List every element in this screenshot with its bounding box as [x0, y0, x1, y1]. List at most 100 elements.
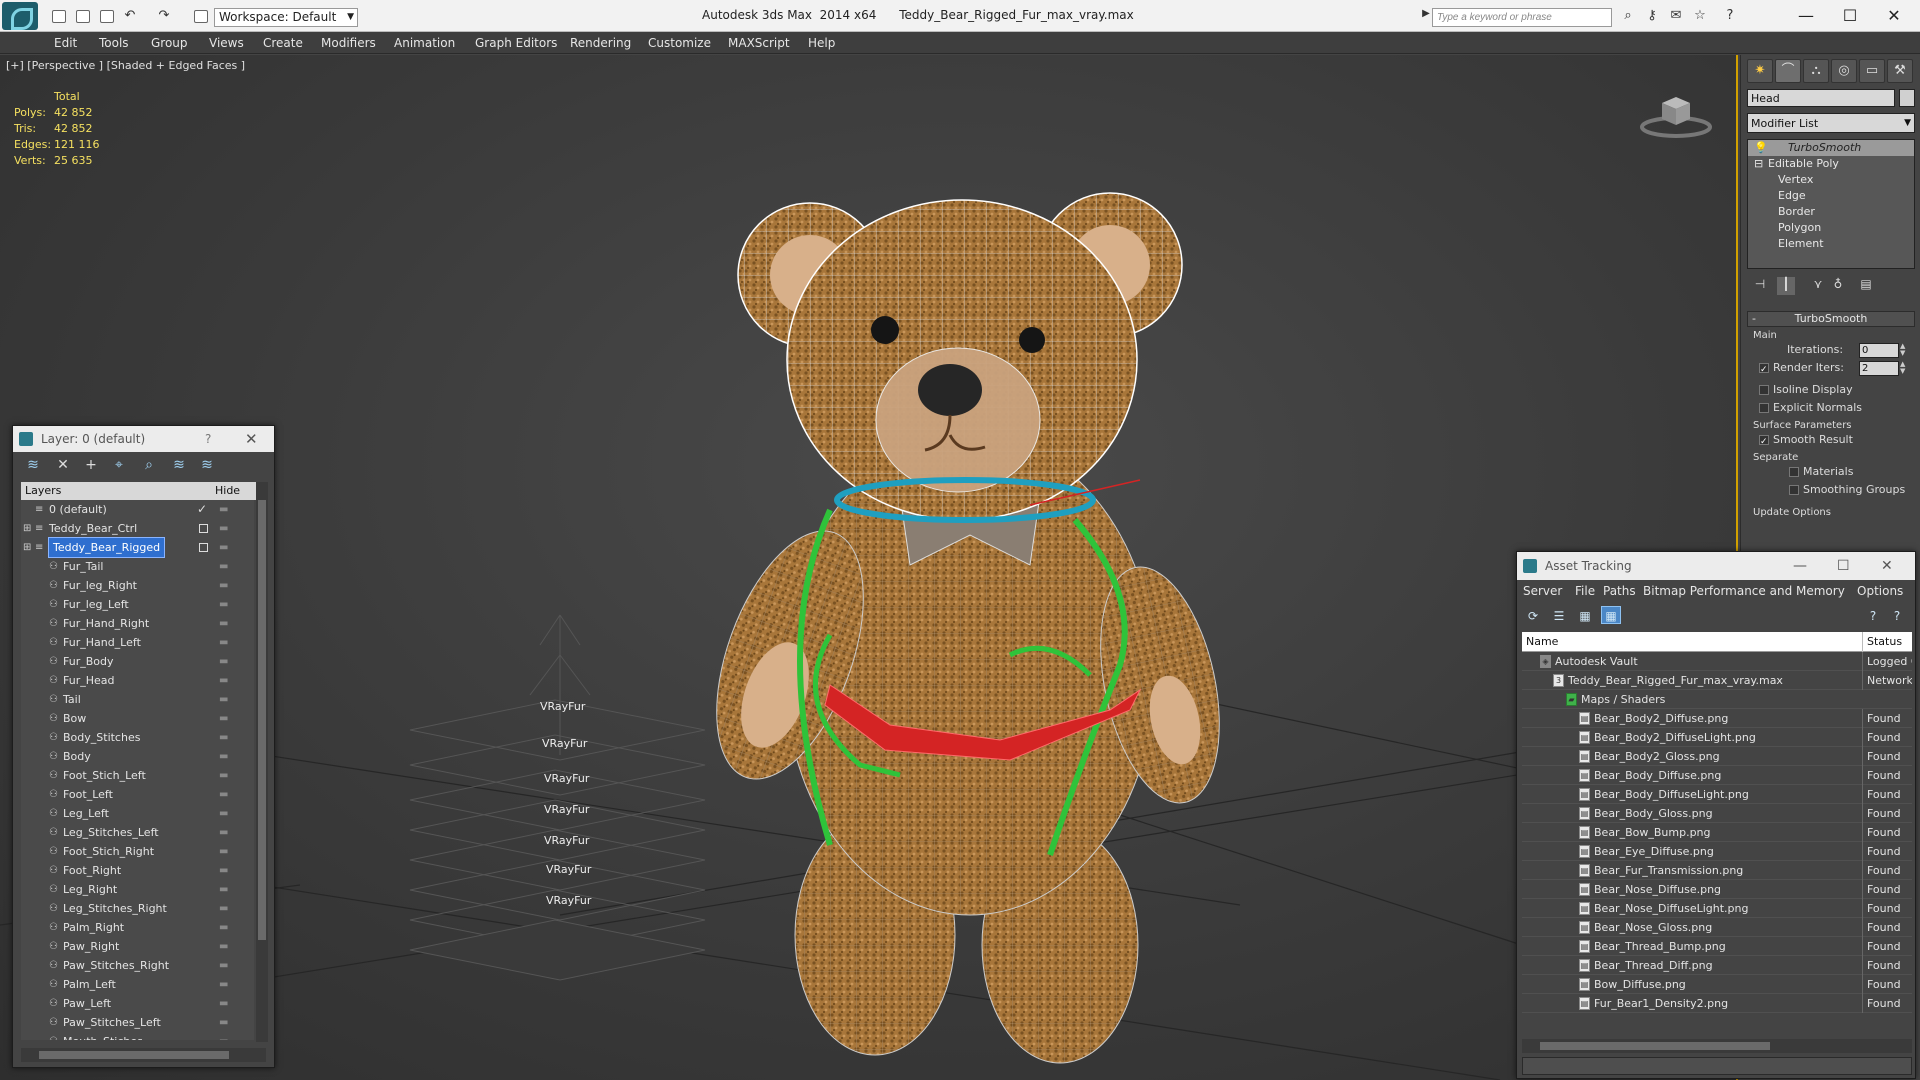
save-file-icon[interactable]: [100, 10, 114, 23]
asset-row[interactable]: ▰ Maps / Shaders: [1522, 690, 1912, 709]
column-hide[interactable]: Hide: [215, 482, 240, 500]
hide-toggle[interactable]: ▬: [219, 519, 228, 538]
asset-row[interactable]: ▤ Bear_Body_Diffuse.png Found: [1522, 766, 1912, 785]
hide-toggle[interactable]: ▬: [219, 633, 228, 652]
menu-edit[interactable]: Edit: [54, 36, 77, 50]
rollout-header[interactable]: - TurboSmooth: [1747, 311, 1915, 327]
hide-toggle[interactable]: ▬: [219, 861, 228, 880]
stack-item-element[interactable]: Element: [1748, 236, 1914, 252]
close-button[interactable]: ✕: [1881, 552, 1893, 580]
hide-toggle[interactable]: ▬: [219, 918, 228, 937]
asset-row[interactable]: ▤ Bear_Body2_Diffuse.png Found: [1522, 709, 1912, 728]
asset-row[interactable]: ▤ Bear_Thread_Bump.png Found: [1522, 937, 1912, 956]
hide-toggle[interactable]: ▬: [219, 804, 228, 823]
iterations-spinner[interactable]: 0: [1859, 343, 1899, 358]
asset-path-field[interactable]: [1522, 1057, 1912, 1075]
undo-icon[interactable]: ↶: [120, 8, 140, 26]
new-file-icon[interactable]: [52, 10, 66, 23]
refresh-icon[interactable]: ⟳: [1523, 606, 1543, 624]
make-unique-icon[interactable]: ⋎: [1809, 277, 1827, 295]
hide-toggle[interactable]: ▬: [219, 994, 228, 1013]
set-current-checkbox[interactable]: [199, 543, 208, 552]
hide-toggle[interactable]: ▬: [219, 709, 228, 728]
search-input[interactable]: Type a keyword or phrase: [1432, 8, 1612, 27]
hide-toggle[interactable]: ▬: [219, 842, 228, 861]
hide-toggle[interactable]: ▬: [219, 576, 228, 595]
asset-row[interactable]: ▤ Bear_Nose_DiffuseLight.png Found: [1522, 899, 1912, 918]
menu-help[interactable]: Help: [808, 36, 835, 50]
hide-toggle[interactable]: ▬: [219, 690, 228, 709]
layer-object-row[interactable]: ⚇ Bow ▬: [21, 709, 254, 728]
asset-row[interactable]: ▤ Bear_Nose_Gloss.png Found: [1522, 918, 1912, 937]
hide-toggle[interactable]: ▬: [219, 766, 228, 785]
layer-object-row[interactable]: ⚇ Tail ▬: [21, 690, 254, 709]
scrollbar-thumb[interactable]: [1540, 1042, 1770, 1050]
menu-create[interactable]: Create: [263, 36, 303, 50]
hide-toggle[interactable]: ▬: [219, 880, 228, 899]
layer-horizontal-scrollbar[interactable]: [21, 1048, 266, 1062]
layer-object-row[interactable]: ⚇ Foot_Left ▬: [21, 785, 254, 804]
hierarchy-tab-icon[interactable]: ⛬: [1803, 59, 1829, 83]
remove-modifier-icon[interactable]: ♁: [1829, 277, 1847, 295]
stack-item-vertex[interactable]: Vertex: [1748, 172, 1914, 188]
asset-row[interactable]: ▤ Bear_Fur_Transmission.png Found: [1522, 861, 1912, 880]
hide-toggle[interactable]: ▬: [219, 975, 228, 994]
layer-object-row[interactable]: ⚇ Body_Stitches ▬: [21, 728, 254, 747]
smoothing-groups-checkbox[interactable]: [1789, 485, 1799, 495]
layer-object-row[interactable]: ⚇ Fur_leg_Right ▬: [21, 576, 254, 595]
asset-row[interactable]: ▤ Bear_Eye_Diffuse.png Found: [1522, 842, 1912, 861]
layer-object-row[interactable]: ⚇ Fur_Hand_Left ▬: [21, 633, 254, 652]
display-tab-icon[interactable]: ▭: [1859, 59, 1885, 83]
menu-maxscript[interactable]: MAXScript: [728, 36, 790, 50]
expand-icon[interactable]: ⊞: [23, 523, 33, 534]
add-to-layer-icon[interactable]: +: [81, 456, 101, 474]
explicit-normals-checkbox[interactable]: [1759, 403, 1769, 413]
freeze-all-icon[interactable]: ≋: [197, 456, 217, 474]
menu-graph-editors[interactable]: Graph Editors: [475, 36, 557, 50]
column-name[interactable]: Name: [1526, 632, 1558, 652]
render-iters-checkbox[interactable]: [1759, 361, 1769, 379]
hide-toggle[interactable]: ▬: [219, 728, 228, 747]
asset-row[interactable]: ▤ Bear_Bow_Bump.png Found: [1522, 823, 1912, 842]
help-button[interactable]: ?: [205, 426, 211, 452]
context-help-icon[interactable]: ?: [1887, 606, 1907, 624]
asset-row[interactable]: ▤ Bear_Nose_Diffuse.png Found: [1522, 880, 1912, 899]
hide-toggle[interactable]: ▬: [219, 500, 228, 519]
layer-object-row[interactable]: ⚇ Fur_Body ▬: [21, 652, 254, 671]
hide-toggle[interactable]: ▬: [219, 747, 228, 766]
layer-object-row[interactable]: ⚇ Foot_Stich_Left ▬: [21, 766, 254, 785]
minimize-button[interactable]: —: [1793, 552, 1807, 580]
scrollbar-thumb[interactable]: [258, 500, 266, 940]
layer-object-row[interactable]: ⚇ Mouth_Stiches ▬: [21, 1032, 254, 1040]
hide-toggle[interactable]: ▬: [219, 538, 228, 557]
column-status[interactable]: Status: [1862, 632, 1912, 652]
open-file-icon[interactable]: [76, 10, 90, 23]
close-button[interactable]: ✕: [245, 426, 258, 452]
hide-toggle[interactable]: ▬: [219, 937, 228, 956]
minimize-button[interactable]: —: [1784, 4, 1828, 28]
list-view-icon[interactable]: ☰: [1549, 606, 1569, 624]
layer-object-row[interactable]: ⚇ Foot_Right ▬: [21, 861, 254, 880]
set-current-checkbox[interactable]: [199, 524, 208, 533]
redo-icon[interactable]: ↷: [154, 8, 174, 26]
configure-sets-icon[interactable]: ▤: [1857, 277, 1875, 295]
asset-row[interactable]: ▤ Bear_Thread_Diff.png Found: [1522, 956, 1912, 975]
layer-object-row[interactable]: ⚇ Foot_Stich_Right ▬: [21, 842, 254, 861]
utilities-tab-icon[interactable]: ⚒: [1887, 59, 1913, 83]
binoculars-icon[interactable]: ⌕: [1618, 8, 1638, 26]
collapse-icon[interactable]: ⊟: [1754, 156, 1763, 172]
hide-toggle[interactable]: ▬: [219, 899, 228, 918]
menu-server[interactable]: Server: [1523, 584, 1562, 598]
hide-toggle[interactable]: ▬: [219, 595, 228, 614]
motion-tab-icon[interactable]: ◎: [1831, 59, 1857, 83]
asset-row[interactable]: ▤ Bear_Body_DiffuseLight.png Found: [1522, 785, 1912, 804]
menu-options[interactable]: Options: [1857, 584, 1903, 598]
hide-toggle[interactable]: ▬: [219, 1032, 228, 1040]
layer-object-row[interactable]: ⚇ Paw_Stitches_Left ▬: [21, 1013, 254, 1032]
asset-row[interactable]: ▤ Fur_Bear1_Density2.png Found: [1522, 994, 1912, 1013]
communication-center-icon[interactable]: ✉: [1666, 8, 1686, 26]
layer-row[interactable]: ≡ 0 (default) ✓ ▬: [21, 500, 254, 519]
create-layer-icon[interactable]: ≋: [23, 456, 43, 474]
asset-row[interactable]: 3 Teddy_Bear_Rigged_Fur_max_vray.max Netwo…: [1522, 671, 1912, 690]
pin-stack-icon[interactable]: ⊣: [1751, 277, 1769, 295]
